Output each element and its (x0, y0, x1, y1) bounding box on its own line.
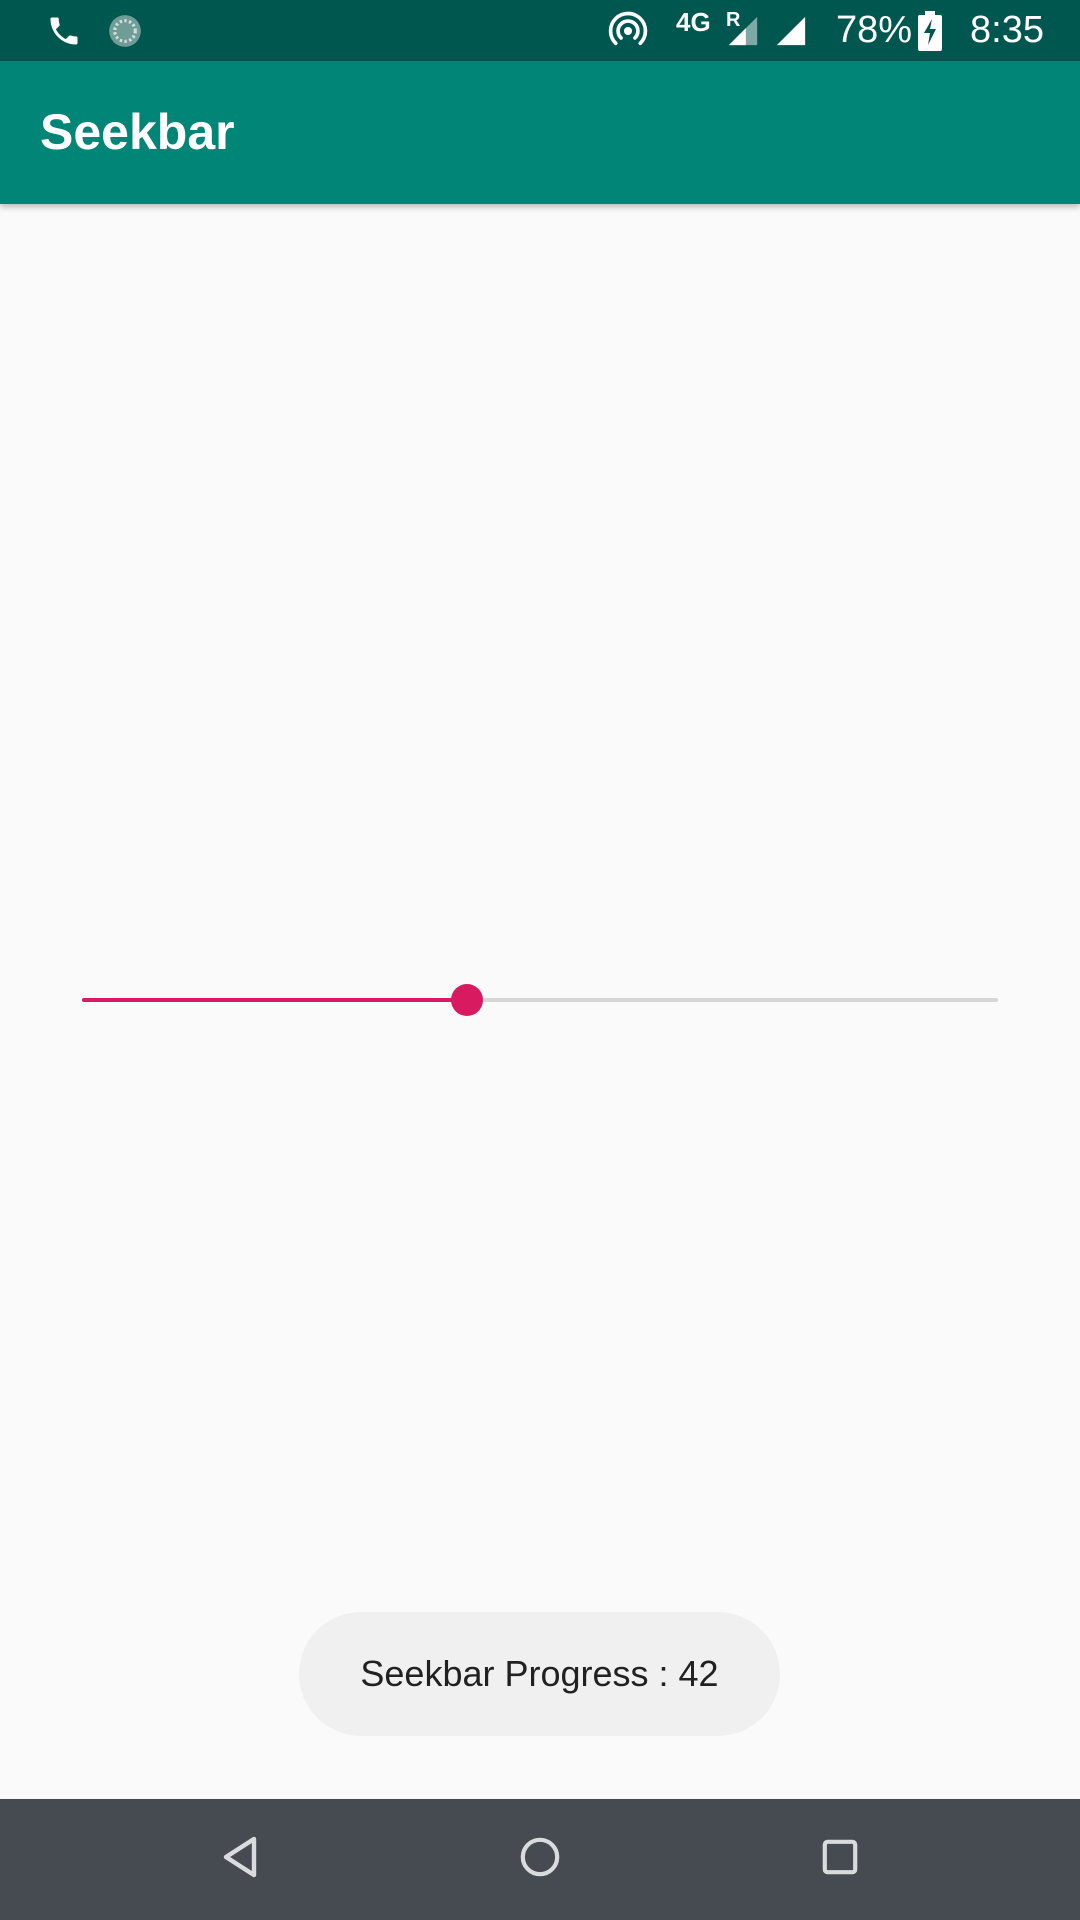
battery-percent: 78% (836, 9, 913, 51)
back-button[interactable] (180, 1799, 300, 1920)
network-type: 4G (676, 7, 711, 37)
recents-button[interactable] (780, 1799, 900, 1920)
home-button[interactable] (480, 1799, 600, 1920)
hotspot-icon (606, 0, 650, 61)
seekbar[interactable] (82, 970, 998, 1030)
app-title: Seekbar (40, 104, 235, 160)
signal-roaming-icon (726, 0, 760, 61)
sync-icon (106, 0, 144, 61)
recents-icon (821, 1838, 859, 1881)
phone-icon (46, 0, 82, 61)
navigation-bar (0, 1799, 1080, 1920)
status-bar: 4G R 78% 8:35 (0, 0, 1080, 61)
battery-charging-icon (918, 0, 942, 61)
toast-message: Seekbar Progress : 42 (299, 1612, 780, 1736)
seekbar-thumb[interactable] (450, 984, 483, 1016)
back-icon (220, 1835, 260, 1884)
app-bar: Seekbar (0, 61, 1080, 204)
signal-icon (774, 0, 808, 61)
home-icon (519, 1836, 561, 1883)
clock: 8:35 (970, 9, 1044, 51)
seekbar-progress (82, 998, 467, 1002)
screen: 4G R 78% 8:35 Seekbar Seekbar Progress:… (0, 0, 1080, 1920)
